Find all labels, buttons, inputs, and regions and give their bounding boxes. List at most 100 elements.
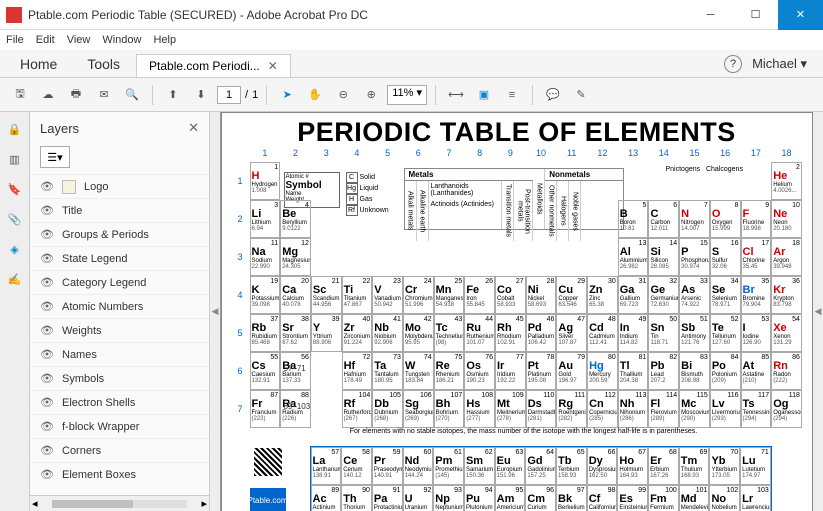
layer-label: f-block Wrapper <box>62 421 139 433</box>
menu-window[interactable]: Window <box>102 34 141 46</box>
visibility-icon[interactable]: 👁 <box>40 324 54 337</box>
visibility-icon[interactable]: 👁 <box>40 252 54 265</box>
element-cell: 89AcActinium(227) <box>311 485 342 511</box>
menu-edit[interactable]: Edit <box>36 34 55 46</box>
page-up-icon[interactable]: ⬆ <box>161 83 185 107</box>
element-cell: 36KrKrypton83.798 <box>771 276 802 314</box>
attachment-icon[interactable]: 📎 <box>6 210 24 228</box>
element-cell: 17ClChlorine35.45 <box>741 238 772 276</box>
layers-panel: Layers ✕ ☰▾ 👁Logo👁Title👁Groups & Periods… <box>30 112 210 511</box>
element-cell: 110DsDarmstadtium(281) <box>526 390 557 428</box>
layer-row[interactable]: 👁 Corners <box>30 438 209 462</box>
visibility-icon[interactable]: 👁 <box>40 228 54 241</box>
menu-help[interactable]: Help <box>153 34 176 46</box>
layer-row[interactable]: 👁 Atomic Numbers <box>30 294 209 318</box>
visibility-icon[interactable]: 👁 <box>40 348 54 361</box>
save-icon[interactable]: 🖫 <box>8 83 32 107</box>
visibility-icon[interactable]: 👁 <box>40 372 54 385</box>
lock-icon[interactable]: 🔒 <box>6 120 24 138</box>
highlight-icon[interactable]: ✎ <box>569 83 593 107</box>
signatures-icon[interactable]: ✍ <box>6 270 24 288</box>
layer-label: State Legend <box>62 253 127 265</box>
bookmark-icon[interactable]: 🔖 <box>6 180 24 198</box>
visibility-icon[interactable]: 👁 <box>40 420 54 433</box>
tab-document[interactable]: Ptable.com Periodi... ✕ <box>136 54 291 77</box>
maximize-button[interactable]: ☐ <box>733 0 778 30</box>
element-cell: 76OsOsmium190.23 <box>464 352 495 390</box>
layer-row[interactable]: 👁Names <box>30 342 209 366</box>
visibility-icon[interactable]: 👁 <box>40 300 54 313</box>
layer-row[interactable]: 👁Weights <box>30 318 209 342</box>
page-current-input[interactable] <box>217 86 241 104</box>
tab-close-icon[interactable]: ✕ <box>268 59 278 73</box>
element-cell: 102NoNobelium(259) <box>709 485 740 511</box>
help-icon[interactable]: ? <box>724 55 742 73</box>
layers-icon[interactable]: ◈ <box>6 240 24 258</box>
element-cell: 64GdGadolinium157.25 <box>525 447 556 485</box>
layer-row[interactable]: 👁Groups & Periods <box>30 222 209 246</box>
layer-row[interactable]: 👁Electron Shells <box>30 390 209 414</box>
hand-tool-icon[interactable]: ✋ <box>303 83 327 107</box>
layer-row[interactable]: 👁 f-block Wrapper <box>30 414 209 438</box>
zoom-out-icon[interactable]: ⊖ <box>331 83 355 107</box>
visibility-icon[interactable]: 👁 <box>40 444 54 457</box>
layer-row[interactable]: 👁 State Legend <box>30 246 209 270</box>
element-cell: 69TmThulium168.93 <box>679 447 710 485</box>
element-cell: 40ZrZirconium91.224 <box>342 314 373 352</box>
page-total: 1 <box>252 89 258 101</box>
element-cell: 109MtMeitnerium(278) <box>495 390 526 428</box>
zoom-in-icon[interactable]: ⊕ <box>359 83 383 107</box>
zoom-select[interactable]: 11% ▾ <box>387 85 427 105</box>
search-icon[interactable]: 🔍 <box>120 83 144 107</box>
visibility-icon[interactable]: 👁 <box>40 180 54 193</box>
comment-icon[interactable]: 💬 <box>541 83 565 107</box>
email-icon[interactable]: ✉ <box>92 83 116 107</box>
element-cell: 33AsArsenic74.922 <box>679 276 710 314</box>
element-cell: 55CsCaesium132.91 <box>250 352 281 390</box>
layers-close-icon[interactable]: ✕ <box>188 120 199 136</box>
cloud-icon[interactable]: ☁ <box>36 83 60 107</box>
user-menu[interactable]: Michael ▾ <box>752 56 807 72</box>
close-button[interactable]: ✕ <box>778 0 823 30</box>
element-cell: 54XeXenon131.29 <box>771 314 802 352</box>
layer-row[interactable]: 👁Logo <box>30 174 209 198</box>
thumbnails-icon[interactable]: ▥ <box>6 150 24 168</box>
element-cell: 79AuGold196.97 <box>556 352 587 390</box>
layer-row[interactable]: 👁Title <box>30 198 209 222</box>
visibility-icon[interactable]: 👁 <box>40 468 54 481</box>
document-area[interactable]: PERIODIC TABLE OF ELEMENTS 1234567891011… <box>220 112 813 511</box>
element-cell: 27CoCobalt58.933 <box>495 276 526 314</box>
element-cell: 85AtAstatine(210) <box>741 352 772 390</box>
collapse-right-icon[interactable]: ◀ <box>813 112 823 511</box>
select-tool-icon[interactable]: ➤ <box>275 83 299 107</box>
visibility-icon[interactable]: 👁 <box>40 396 54 409</box>
visibility-icon[interactable]: 👁 <box>40 204 54 217</box>
fit-width-icon[interactable]: ⟷ <box>444 83 468 107</box>
tab-home[interactable]: Home <box>6 51 71 77</box>
element-cell: 24CrChromium51.996 <box>403 276 434 314</box>
page-down-icon[interactable]: ⬇ <box>189 83 213 107</box>
element-cell: 21ScScandium44.956 <box>311 276 342 314</box>
print-icon[interactable]: 🖶 <box>64 83 88 107</box>
layer-row[interactable]: 👁Element Boxes <box>30 462 209 486</box>
layers-scrollbar[interactable]: ◂▸ <box>30 495 209 511</box>
layer-label: Atomic Numbers <box>62 301 143 313</box>
element-cell: 80HgMercury200.59 <box>587 352 618 390</box>
element-cell: 9FFluorine18.998 <box>741 200 772 238</box>
minimize-button[interactable]: ─ <box>688 0 733 30</box>
layer-label: Corners <box>62 445 101 457</box>
element-cell: 112CnCopernicium(285) <box>587 390 618 428</box>
element-cell: 37RbRubidium85.468 <box>250 314 281 352</box>
layer-row[interactable]: 👁Symbols <box>30 366 209 390</box>
collapse-left-icon[interactable]: ◀ <box>210 112 220 511</box>
visibility-icon[interactable]: 👁 <box>40 276 54 289</box>
tab-tools[interactable]: Tools <box>73 51 134 77</box>
scroll-mode-icon[interactable]: ≡ <box>500 83 524 107</box>
element-cell: 6CCarbon12.011 <box>648 200 679 238</box>
menu-file[interactable]: File <box>6 34 24 46</box>
element-cell: 12MgMagnesium24.305 <box>280 238 311 276</box>
layer-row[interactable]: 👁Category Legend <box>30 270 209 294</box>
fit-page-icon[interactable]: ▣ <box>472 83 496 107</box>
menu-view[interactable]: View <box>67 34 91 46</box>
layers-options-button[interactable]: ☰▾ <box>40 146 70 168</box>
